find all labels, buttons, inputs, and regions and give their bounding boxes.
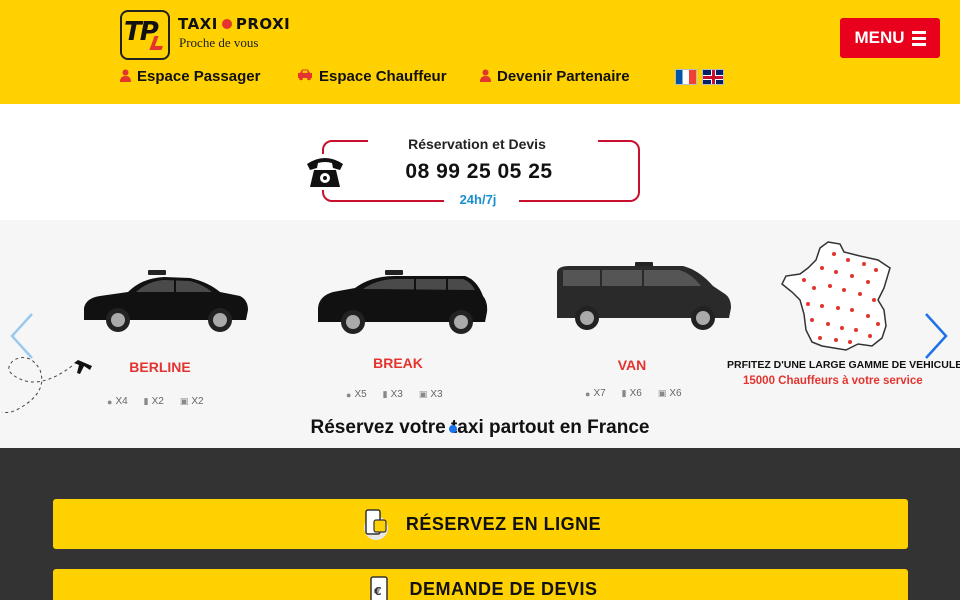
spec-luggage: X6 bbox=[669, 388, 682, 399]
passenger-icon: ● bbox=[107, 396, 113, 407]
spec-luggage: X2 bbox=[191, 396, 204, 407]
spec-bags: X3 bbox=[390, 389, 403, 400]
vehicle-card-break[interactable] bbox=[315, 268, 490, 341]
brand-name[interactable]: TAXI PROXI bbox=[178, 15, 290, 33]
passenger-icon: ● bbox=[346, 389, 352, 400]
nav-espace-chauffeur[interactable]: Espace Chauffeur bbox=[297, 68, 447, 85]
vehicle-label-berline: BERLINE bbox=[129, 359, 191, 375]
vehicle-label-break: BREAK bbox=[373, 355, 423, 371]
vehicle-label-van: VAN bbox=[617, 357, 647, 373]
spec-bags: X2 bbox=[151, 396, 164, 407]
menu-button-label: MENU bbox=[854, 28, 905, 47]
luggage-icon: ▣ bbox=[657, 388, 667, 398]
carousel-dot-indicator[interactable] bbox=[449, 425, 457, 433]
chevron-right-icon bbox=[925, 313, 948, 359]
service-hours: 24h/7j bbox=[459, 192, 497, 207]
france-map-icon bbox=[781, 241, 891, 351]
bag-icon: ▮ bbox=[143, 396, 149, 406]
spec-luggage: X3 bbox=[430, 389, 443, 400]
quote-euro-icon: € bbox=[363, 573, 395, 600]
vehicle-card-berline[interactable] bbox=[80, 268, 250, 341]
sedan-car-icon bbox=[84, 270, 248, 332]
vehicle-card-van[interactable] bbox=[553, 260, 733, 337]
bag-icon: ▮ bbox=[382, 389, 388, 399]
site-header: TP TAXI PROXI Proche de vous MENU Espace… bbox=[0, 0, 960, 104]
vehicle-specs-berline: ● X4 ▮ X2 ▣ X2 bbox=[107, 396, 204, 407]
user-icon bbox=[120, 69, 131, 85]
vehicle-carousel: BERLINE ● X4 ▮ X2 ▣ X2 BREAK ● X5 ▮ X3 ▣ X3 bbox=[0, 220, 960, 448]
vehicle-specs-break: ● X5 ▮ X3 ▣ X3 bbox=[346, 389, 443, 400]
luggage-icon: ▣ bbox=[179, 396, 189, 406]
vehicle-specs-van: ● X7 ▮ X6 ▣ X6 bbox=[585, 388, 682, 399]
phone-number[interactable]: 08 99 25 05 25 bbox=[360, 160, 598, 184]
bag-icon: ▮ bbox=[621, 388, 627, 398]
contact-section: Réservation et Devis 08 99 25 05 25 24h/… bbox=[0, 104, 960, 220]
hamburger-icon bbox=[911, 30, 926, 46]
passenger-icon: ● bbox=[585, 388, 591, 399]
logo[interactable]: TP bbox=[120, 10, 170, 60]
request-quote-label: DEMANDE DE DEVIS bbox=[409, 578, 598, 599]
request-quote-button[interactable]: € DEMANDE DE DEVIS bbox=[53, 569, 908, 600]
spec-passengers: X4 bbox=[115, 396, 128, 407]
nav-espace-passager[interactable]: Espace Passager bbox=[120, 68, 260, 85]
flag-french-icon[interactable] bbox=[675, 69, 697, 85]
carousel-next-button[interactable] bbox=[924, 312, 950, 360]
brand-slogan: Proche de vous bbox=[179, 35, 259, 50]
nav-label: Devenir Partenaire bbox=[497, 68, 630, 85]
mobile-booking-icon bbox=[360, 508, 392, 540]
car-icon bbox=[297, 69, 313, 84]
nav-label: Espace Chauffeur bbox=[319, 68, 447, 85]
nav-label: Espace Passager bbox=[137, 68, 261, 85]
telephone-icon bbox=[304, 154, 346, 190]
menu-button[interactable]: MENU bbox=[840, 18, 940, 58]
tagline: Réservez votre taxi partout en France bbox=[310, 417, 650, 438]
brand-name-part2: PROXI bbox=[235, 15, 291, 33]
chevron-left-icon bbox=[10, 313, 33, 359]
estate-car-icon bbox=[318, 270, 488, 334]
reservation-label: Réservation et Devis bbox=[408, 136, 546, 152]
carousel-prev-button[interactable] bbox=[8, 312, 34, 360]
nav-devenir-partenaire[interactable]: Devenir Partenaire bbox=[480, 68, 630, 85]
svg-text:€: € bbox=[373, 585, 382, 598]
brand-dot-icon bbox=[221, 19, 232, 29]
van-icon bbox=[557, 262, 731, 330]
spec-bags: X6 bbox=[629, 388, 642, 399]
cta-section: RÉSERVEZ EN LIGNE € DEMANDE DE DEVIS bbox=[0, 448, 960, 600]
spec-passengers: X7 bbox=[593, 388, 606, 399]
brand-name-part1: TAXI bbox=[178, 15, 218, 33]
flag-english-icon[interactable] bbox=[702, 69, 724, 85]
spec-passengers: X5 bbox=[354, 389, 367, 400]
book-online-label: RÉSERVEZ EN LIGNE bbox=[405, 513, 602, 534]
promo-line-1: PRFITEZ D'UNE LARGE GAMME DE VEHICULES bbox=[727, 359, 960, 371]
user-icon bbox=[480, 69, 491, 85]
promo-line-2: 15000 Chauffeurs à votre service bbox=[743, 375, 923, 387]
luggage-icon: ▣ bbox=[418, 389, 428, 399]
book-online-button[interactable]: RÉSERVEZ EN LIGNE bbox=[53, 499, 908, 549]
